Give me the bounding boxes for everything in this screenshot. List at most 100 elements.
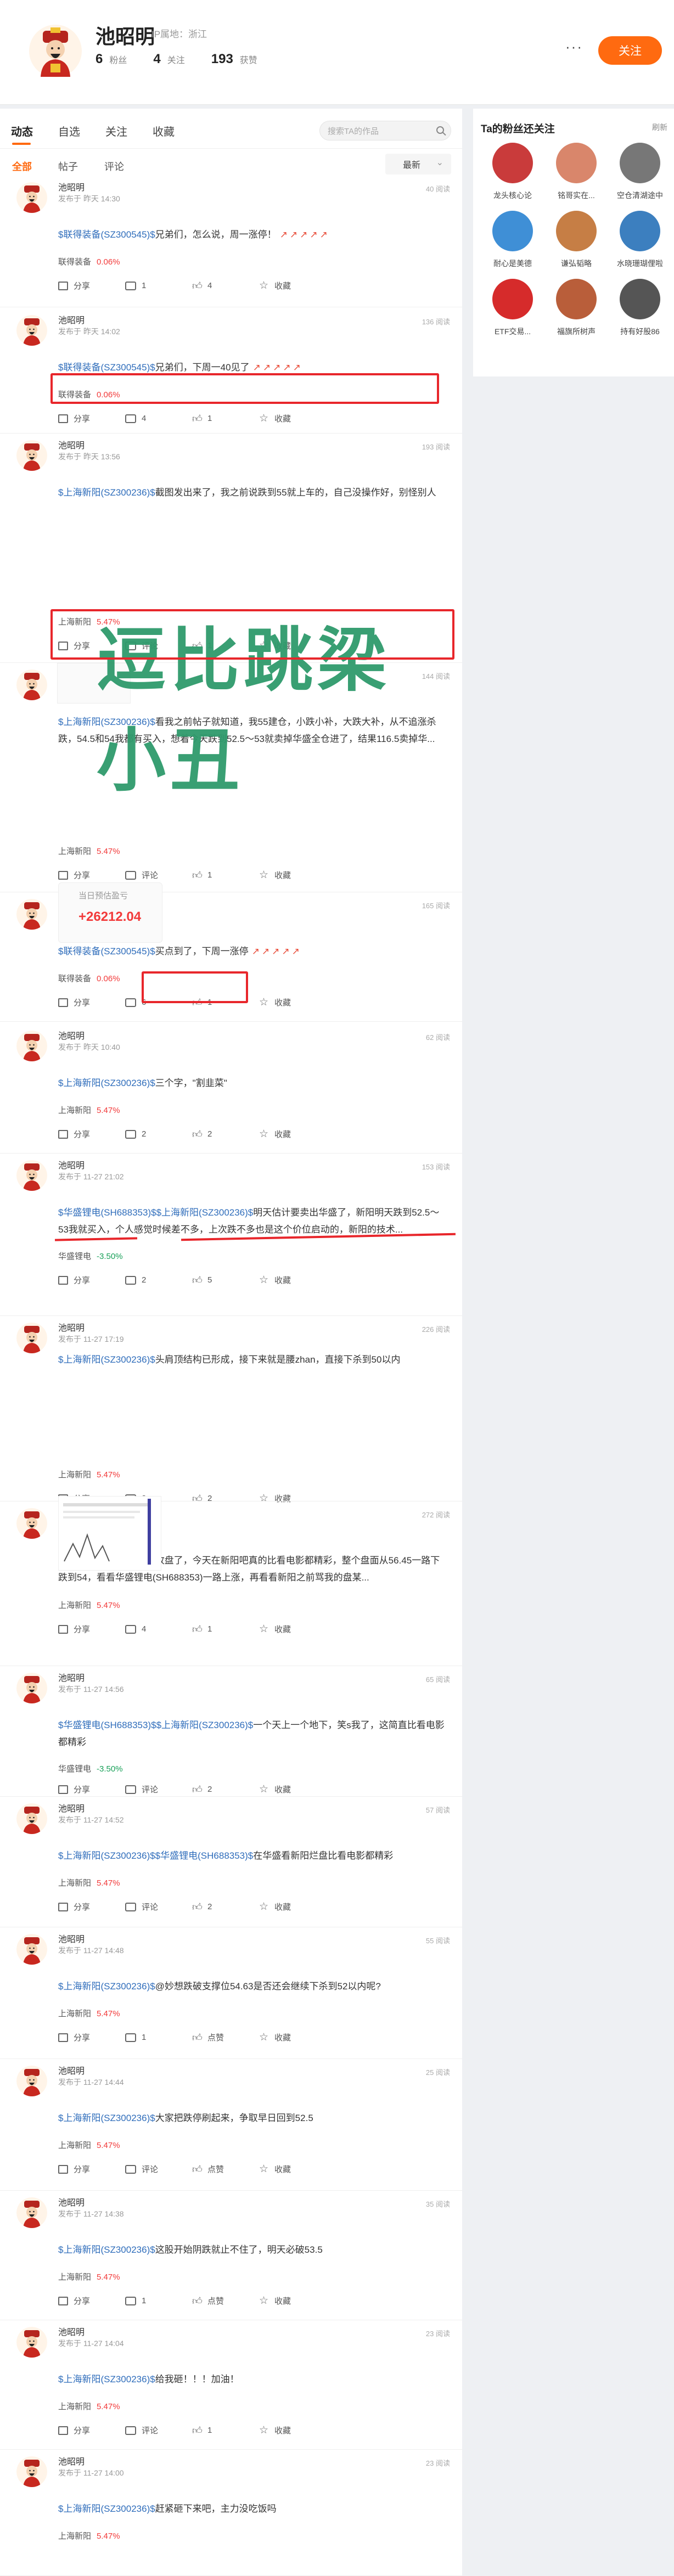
favorite-button[interactable]: ☆ 收藏 [259, 2295, 326, 2307]
avatar[interactable] [29, 24, 82, 78]
sort-dropdown[interactable]: 最新 [385, 154, 451, 175]
post-avatar[interactable] [16, 2456, 47, 2487]
user-avatar[interactable] [556, 143, 597, 183]
post-avatar[interactable] [16, 182, 47, 213]
post-author[interactable]: 池昭明 [58, 2325, 85, 2338]
share-button[interactable]: 分享 [58, 2425, 125, 2436]
post-avatar[interactable] [16, 1673, 47, 1703]
recommended-user[interactable]: 龙头核心论 [481, 143, 544, 201]
post-avatar[interactable] [16, 1934, 47, 1965]
post-content[interactable]: $上海新阳(SZ300236)$赶紧砸下来吧，主力没吃饭吗 [58, 2500, 448, 2517]
like-button[interactable]: 👍︎ 2 [192, 1128, 259, 1140]
recommended-user[interactable]: 铭哥实在... [544, 143, 608, 201]
post-item[interactable]: 池昭明 发布于 11-27 14:44 25 阅读 $上海新阳(SZ300236)$大… [0, 2059, 462, 2191]
stock-link[interactable]: $上海新阳(SZ300236)$ [58, 2504, 155, 2514]
share-button[interactable]: 分享 [58, 2032, 125, 2043]
post-content[interactable]: $上海新阳(SZ300236)$$华盛锂电(SH688353)$在华盛看新阳烂盘… [58, 1847, 448, 1864]
comment-button[interactable]: 评论 [125, 2425, 192, 2436]
post-content[interactable]: $上海新阳(SZ300236)$@妙想跌破支撑位54.63是否还会继续下杀到52… [58, 1978, 448, 1995]
like-button[interactable]: 👍︎ 2 [192, 1784, 259, 1795]
post-avatar[interactable] [16, 440, 47, 471]
post-item[interactable]: 池昭明 发布于 11-27 14:52 57 阅读 $上海新阳(SZ300236)$$… [0, 1797, 462, 1927]
like-button[interactable]: 👍︎ 2 [192, 1901, 259, 1913]
post-author[interactable]: 池昭明 [58, 2195, 85, 2208]
post-author[interactable]: 池昭明 [58, 180, 85, 193]
subtab-all[interactable]: 全部 [12, 159, 32, 173]
like-button[interactable]: 👍︎ 点赞 [192, 2032, 259, 2043]
post-content[interactable]: $华盛锂电(SH688353)$$上海新阳(SZ300236)$一个天上一个地下… [58, 1717, 448, 1751]
post-content[interactable]: $上海新阳(SZ300236)$给我砸！！！加油！ [58, 2371, 448, 2388]
like-button[interactable]: 👍︎ 4 [192, 280, 259, 291]
share-button[interactable]: 分享 [58, 2295, 125, 2307]
user-avatar[interactable] [492, 211, 533, 251]
post-content[interactable]: $联得装备(SZ300545)$买点到了，下周一涨停 ↗↗↗↗↗ [58, 943, 448, 960]
post-item[interactable]: 池昭明 发布于 昨天 10:40 62 阅读 $上海新阳(SZ300236)$三个字，… [0, 1024, 462, 1154]
stock-quote[interactable]: 上海新阳 5.47% [58, 1877, 120, 1888]
post-item[interactable]: 池昭明 发布于 11-27 14:04 23 阅读 $上海新阳(SZ300236)$给… [0, 2320, 462, 2450]
subtab-posts[interactable]: 帖子 [58, 159, 78, 173]
user-avatar[interactable] [492, 279, 533, 319]
comment-button[interactable]: 2 [125, 1274, 192, 1286]
favorite-button[interactable]: ☆ 收藏 [259, 997, 326, 1008]
favorite-button[interactable]: ☆ 收藏 [259, 2163, 326, 2175]
stock-link[interactable]: $联得装备(SZ300545)$ [58, 229, 155, 240]
chart-image-thumbnail[interactable] [58, 1496, 161, 1571]
like-button[interactable]: 👍︎ 5 [192, 1274, 259, 1286]
subtab-comments[interactable]: 评论 [104, 159, 124, 173]
stock-link[interactable]: $上海新阳(SZ300236)$ [58, 487, 155, 498]
favorite-button[interactable]: ☆ 收藏 [259, 1784, 326, 1795]
user-avatar[interactable] [620, 211, 660, 251]
favorite-button[interactable]: ☆ 收藏 [259, 1274, 326, 1286]
like-button[interactable]: 👍︎ 1 [192, 2425, 259, 2436]
post-author[interactable]: 池昭明 [58, 1932, 85, 1945]
user-name[interactable]: 谦弘韬略 [561, 258, 592, 269]
follow-button[interactable]: 关注 [598, 36, 662, 65]
share-button[interactable]: 分享 [58, 1128, 125, 1140]
stock-quote[interactable]: 上海新阳 5.47% [58, 2271, 120, 2282]
post-item[interactable]: 池昭明 发布于 11-27 14:48 55 阅读 $上海新阳(SZ300236)$@… [0, 1927, 462, 2059]
favorite-button[interactable]: ☆ 收藏 [259, 280, 326, 291]
share-button[interactable]: 分享 [58, 1623, 125, 1635]
post-content[interactable]: $华盛锂电(SH688353)$$上海新阳(SZ300236)$明天估计要卖出华… [58, 1204, 448, 1238]
stock-quote[interactable]: 上海新阳 5.47% [58, 845, 120, 857]
tab-watchlist[interactable]: 自选 [58, 123, 80, 139]
stock-link[interactable]: $联得装备(SZ300545)$ [58, 946, 155, 957]
share-button[interactable]: 分享 [58, 869, 125, 881]
post-content[interactable]: $上海新阳(SZ300236)$头肩顶结构已形成，接下来就是腰zhan，直接下杀… [58, 1351, 448, 1368]
recommended-user[interactable]: 持有好股86 [608, 279, 672, 337]
stock-link[interactable]: $上海新阳(SZ300236)$$华盛锂电(SH688353)$ [58, 1851, 253, 1861]
comment-button[interactable]: 评论 [125, 2163, 192, 2175]
post-avatar[interactable] [16, 670, 47, 700]
share-button[interactable]: 分享 [58, 2163, 125, 2175]
post-content[interactable]: $上海新阳(SZ300236)$截图发出来了，我之前说跌到55就上车的，自己没操… [58, 484, 448, 501]
post-author[interactable]: 池昭明 [58, 2454, 85, 2467]
search-icon[interactable] [436, 126, 444, 134]
post-avatar[interactable] [16, 1160, 47, 1191]
favorite-button[interactable]: ☆ 收藏 [259, 869, 326, 881]
user-avatar[interactable] [492, 143, 533, 183]
favorite-button[interactable]: ☆ 收藏 [259, 1623, 326, 1635]
post-avatar[interactable] [16, 899, 47, 930]
post-avatar[interactable] [16, 1323, 47, 1353]
user-avatar[interactable] [620, 279, 660, 319]
post-avatar[interactable] [16, 1803, 47, 1834]
post-avatar[interactable] [16, 2197, 47, 2228]
user-name[interactable]: 耐心是美德 [493, 258, 532, 269]
comment-button[interactable]: 评论 [125, 869, 192, 881]
refresh-button[interactable]: 刷新 [652, 122, 667, 133]
post-item[interactable]: 池昭明 发布于 昨天 14:02 136 阅读 $联得装备(SZ300545)$兄弟们… [0, 308, 462, 434]
post-item[interactable]: 池昭明 发布于 昨天 14:30 40 阅读 $联得装备(SZ300545)$兄弟们，… [0, 176, 462, 307]
recommended-user[interactable]: 水晓珊瑚俚啦 [608, 211, 672, 269]
stat-fans[interactable]: 6 粉丝 [96, 52, 127, 67]
tab-activity[interactable]: 动态 [11, 123, 33, 139]
share-button[interactable]: 分享 [58, 280, 125, 291]
post-author[interactable]: 池昭明 [58, 1671, 85, 1684]
stock-quote[interactable]: 上海新阳 5.47% [58, 2400, 120, 2412]
post-item[interactable]: 池昭明 发布于 11-27 14:38 35 阅读 $上海新阳(SZ300236)$这… [0, 2191, 462, 2320]
user-avatar[interactable] [556, 211, 597, 251]
stock-link[interactable]: $上海新阳(SZ300236)$ [58, 1078, 155, 1088]
like-button[interactable]: 👍︎ 点赞 [192, 2163, 259, 2175]
stock-link[interactable]: $上海新阳(SZ300236)$ [58, 2245, 155, 2255]
stock-quote[interactable]: 上海新阳 5.47% [58, 1104, 120, 1116]
like-button[interactable]: 👍︎ 1 [192, 869, 259, 881]
